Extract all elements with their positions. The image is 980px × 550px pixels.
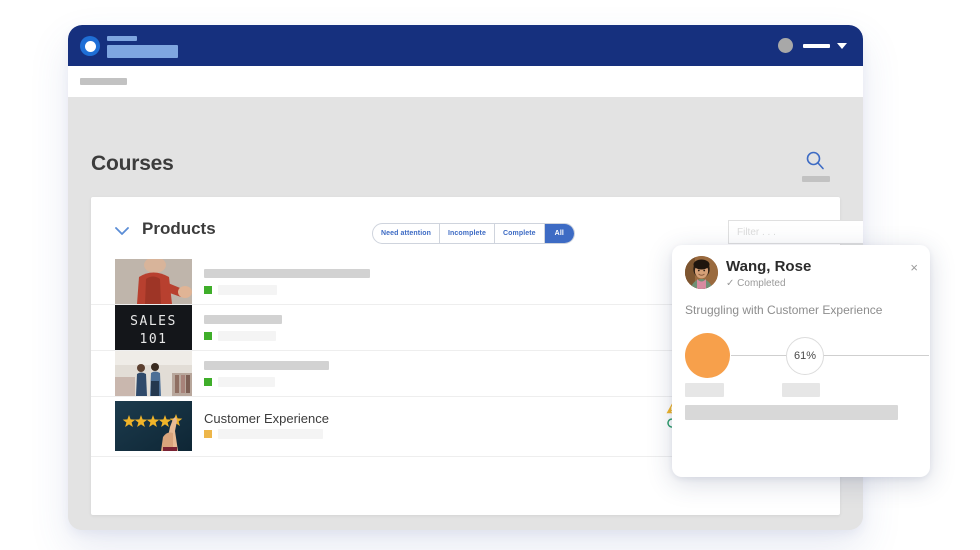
user-avatar-icon[interactable] <box>778 38 793 53</box>
menu-line-icon[interactable] <box>803 44 830 48</box>
close-icon[interactable]: × <box>910 261 918 274</box>
logo-inner-dot <box>85 41 96 52</box>
person-in-red-shirt-handshake-thumbnail <box>115 259 192 304</box>
progress-line <box>731 355 929 356</box>
filter-pill-need-attention[interactable]: Need attention <box>373 224 440 243</box>
row-title-placeholder <box>204 269 370 278</box>
row-title-placeholder <box>204 361 329 370</box>
secondary-bar <box>68 66 863 97</box>
progress-label-placeholder <box>685 383 724 397</box>
popup-placeholder-bar <box>685 405 898 420</box>
svg-text:SALES: SALES <box>130 314 177 329</box>
breadcrumb-placeholder <box>80 78 127 85</box>
page-title: Courses <box>91 152 174 176</box>
progress-track: 61% <box>685 333 930 385</box>
search-placeholder-bar <box>802 176 830 182</box>
filter-pill-complete[interactable]: Complete <box>495 224 545 243</box>
status-badge <box>204 286 212 294</box>
row-subtitle-placeholder <box>218 377 275 387</box>
row-title-placeholder <box>204 315 282 324</box>
titlebar-placeholder-small <box>107 36 137 41</box>
five-star-rating-thumbnail <box>115 401 192 451</box>
progress-label-placeholder <box>782 383 820 397</box>
student-detail-popup: Wang, Rose ✓ Completed × Struggling with… <box>672 245 930 477</box>
row-title: Customer Experience <box>204 411 329 426</box>
filter-input[interactable] <box>728 220 863 244</box>
avatar <box>685 256 718 289</box>
screenshot-root: Courses Products Need attention Incomple… <box>0 0 980 550</box>
popup-name: Wang, Rose <box>726 258 811 275</box>
titlebar-placeholder-large <box>107 45 178 58</box>
sales-101-letterboard-thumbnail: SALES 101 <box>115 305 192 350</box>
filter-pill-group: Need attention Incomplete Complete All <box>372 223 575 244</box>
search-icon[interactable] <box>805 150 825 170</box>
filter-pill-all[interactable]: All <box>545 224 574 243</box>
progress-start-dot <box>685 333 730 378</box>
status-badge <box>204 332 212 340</box>
status-badge <box>204 378 212 386</box>
popup-subtitle: Struggling with Customer Experience <box>685 303 882 317</box>
chevron-down-icon[interactable] <box>115 227 129 235</box>
section-title: Products <box>142 219 216 239</box>
svg-text:101: 101 <box>140 332 168 347</box>
filter-pill-incomplete[interactable]: Incomplete <box>440 224 495 243</box>
row-subtitle-placeholder <box>218 331 276 341</box>
circle-logo-icon[interactable] <box>80 36 100 56</box>
row-subtitle-placeholder <box>218 429 323 439</box>
retail-store-staff-thumbnail <box>115 351 192 396</box>
chevron-down-icon[interactable] <box>837 43 847 49</box>
app-titlebar <box>68 25 863 66</box>
row-subtitle-placeholder <box>218 285 277 295</box>
progress-percent-badge: 61% <box>786 337 824 375</box>
status-badge <box>204 430 212 438</box>
status-badge: ✓ Completed <box>726 278 786 289</box>
